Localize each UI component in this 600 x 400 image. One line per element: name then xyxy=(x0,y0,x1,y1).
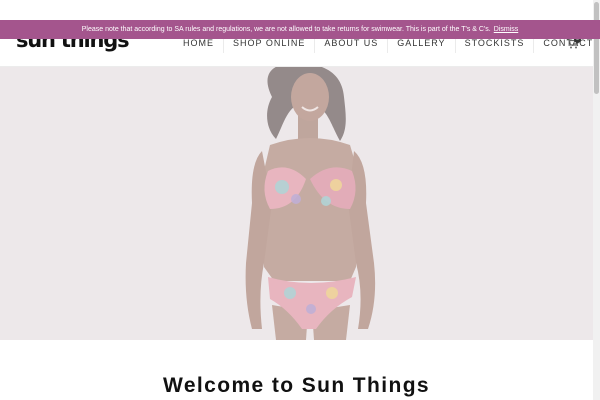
hero-model-image xyxy=(0,67,593,340)
notice-message: Please note that according to SA rules a… xyxy=(81,26,491,33)
hero-banner xyxy=(0,67,593,340)
scrollbar-thumb[interactable] xyxy=(594,2,599,94)
notice-bar: Please note that according to SA rules a… xyxy=(0,20,600,39)
dismiss-link[interactable]: Dismiss xyxy=(494,26,519,33)
page-scrollbar[interactable] xyxy=(593,0,600,400)
welcome-heading: Welcome to Sun Things xyxy=(162,374,431,397)
